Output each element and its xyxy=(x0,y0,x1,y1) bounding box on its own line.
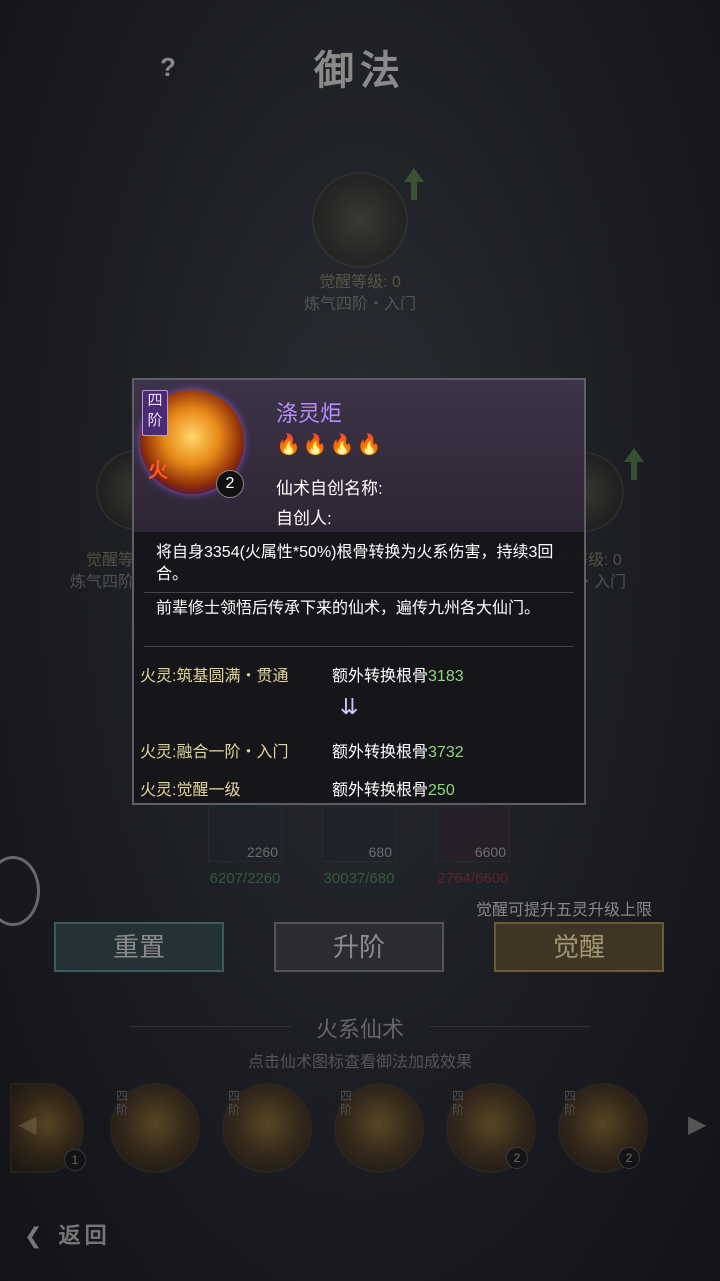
skill-slot-4[interactable]: 四阶 xyxy=(334,1083,424,1173)
resource-3-total: 2764/6600 xyxy=(437,870,509,887)
water-spirit-icon xyxy=(312,172,408,268)
skill-slot-3-tier: 四阶 xyxy=(228,1089,241,1117)
skill-effect: 将自身3354(火属性*50%)根骨转换为火系伤害，持续3回合。 xyxy=(156,544,554,583)
bonus-row-1-source: 火灵:筑基圆满・贯通 xyxy=(140,668,289,685)
back-button[interactable]: ❮ 返回 xyxy=(24,1218,111,1250)
skill-slot-1-count: 1 xyxy=(64,1149,86,1171)
skill-slot-4-tier: 四阶 xyxy=(340,1089,353,1117)
resource-2-total: 30037/680 xyxy=(323,870,395,887)
flame-icon: 🔥 xyxy=(329,434,357,456)
section-title: 火系仙术 xyxy=(315,1017,404,1042)
section-subtitle: 点击仙术图标查看御法加成效果 xyxy=(247,1054,472,1071)
resource-1-count: 2260 xyxy=(246,844,278,860)
section-divider-right xyxy=(430,1026,590,1027)
bonus-row-3-effect: 额外转换根骨250 xyxy=(332,782,455,799)
bonus-row-2-source: 火灵:融合一阶・入门 xyxy=(140,744,289,761)
skill-detail-popup: 四阶 火 2 涤灵炬 🔥🔥🔥🔥 仙术自创名称: 自创人: 将自身3354(火属性… xyxy=(132,378,586,805)
resource-3-count: 6600 xyxy=(474,844,506,860)
bonus-row-1-effect: 额外转换根骨3183 xyxy=(332,668,464,685)
resource-1-total: 6207/2260 xyxy=(209,870,281,887)
skill-slot-5-count: 2 xyxy=(506,1147,528,1169)
element-label: 火 xyxy=(148,460,168,482)
skill-slot-6-count: 2 xyxy=(618,1147,640,1169)
skill-slot-3[interactable]: 四阶 xyxy=(222,1083,312,1173)
flame-icon: 🔥 xyxy=(302,434,330,456)
yin-yang-icon[interactable] xyxy=(0,856,40,926)
flame-icon: 🔥 xyxy=(276,434,303,456)
skill-slot-5-tier: 四阶 xyxy=(452,1089,465,1117)
skill-slot-5[interactable]: 四阶 2 xyxy=(446,1083,536,1173)
skill-slot-2-tier: 四阶 xyxy=(116,1089,129,1117)
page-title: 御法 xyxy=(314,47,406,94)
back-label: 返回 xyxy=(58,1223,111,1249)
reset-button[interactable]: 重置 xyxy=(54,922,224,972)
double-chevron-down-icon: ⇊ xyxy=(340,694,359,719)
upgrade-button[interactable]: 升阶 xyxy=(274,922,444,972)
bonus-row-2-effect: 额外转换根骨3732 xyxy=(332,744,464,761)
skill-slot-2[interactable]: 四阶 xyxy=(110,1083,200,1173)
skill-slot-6-tier: 四阶 xyxy=(564,1089,577,1117)
flame-icon: 🔥 xyxy=(356,434,384,456)
top-node[interactable] xyxy=(312,172,408,268)
top-node-rank: 炼气四阶・入门 xyxy=(303,296,416,313)
top-node-level: 觉醒等级: 0 xyxy=(319,274,401,291)
skill-slot-1[interactable]: 1 xyxy=(10,1083,86,1173)
resource-2-count: 680 xyxy=(368,844,392,860)
divider xyxy=(144,592,574,593)
count-badge: 2 xyxy=(216,470,244,498)
awaken-button[interactable]: 觉醒 xyxy=(494,922,664,972)
top-node-arrow-icon xyxy=(404,168,424,200)
flame-rating: 🔥🔥🔥🔥 xyxy=(276,432,384,457)
bonus-row-3-source: 火灵:觉醒一级 xyxy=(140,782,241,799)
custom-name-label: 仙术自创名称: xyxy=(276,479,383,498)
skill-slot-6[interactable]: 四阶 2 xyxy=(558,1083,648,1173)
creator-label: 自创人: xyxy=(276,509,332,528)
right-node-arrow-icon xyxy=(624,448,644,480)
skill-lore: 前辈修士领悟后传承下来的仙术，遍传九州各大仙门。 xyxy=(156,600,541,617)
back-arrow-icon: ❮ xyxy=(24,1223,43,1248)
divider xyxy=(144,646,574,647)
right-arrow-icon[interactable]: ▶ xyxy=(688,1110,706,1139)
tier-badge: 四阶 xyxy=(142,390,168,436)
skill-name: 涤灵炬 xyxy=(276,401,343,426)
awaken-hint: 觉醒可提升五灵升级上限 xyxy=(476,902,653,919)
